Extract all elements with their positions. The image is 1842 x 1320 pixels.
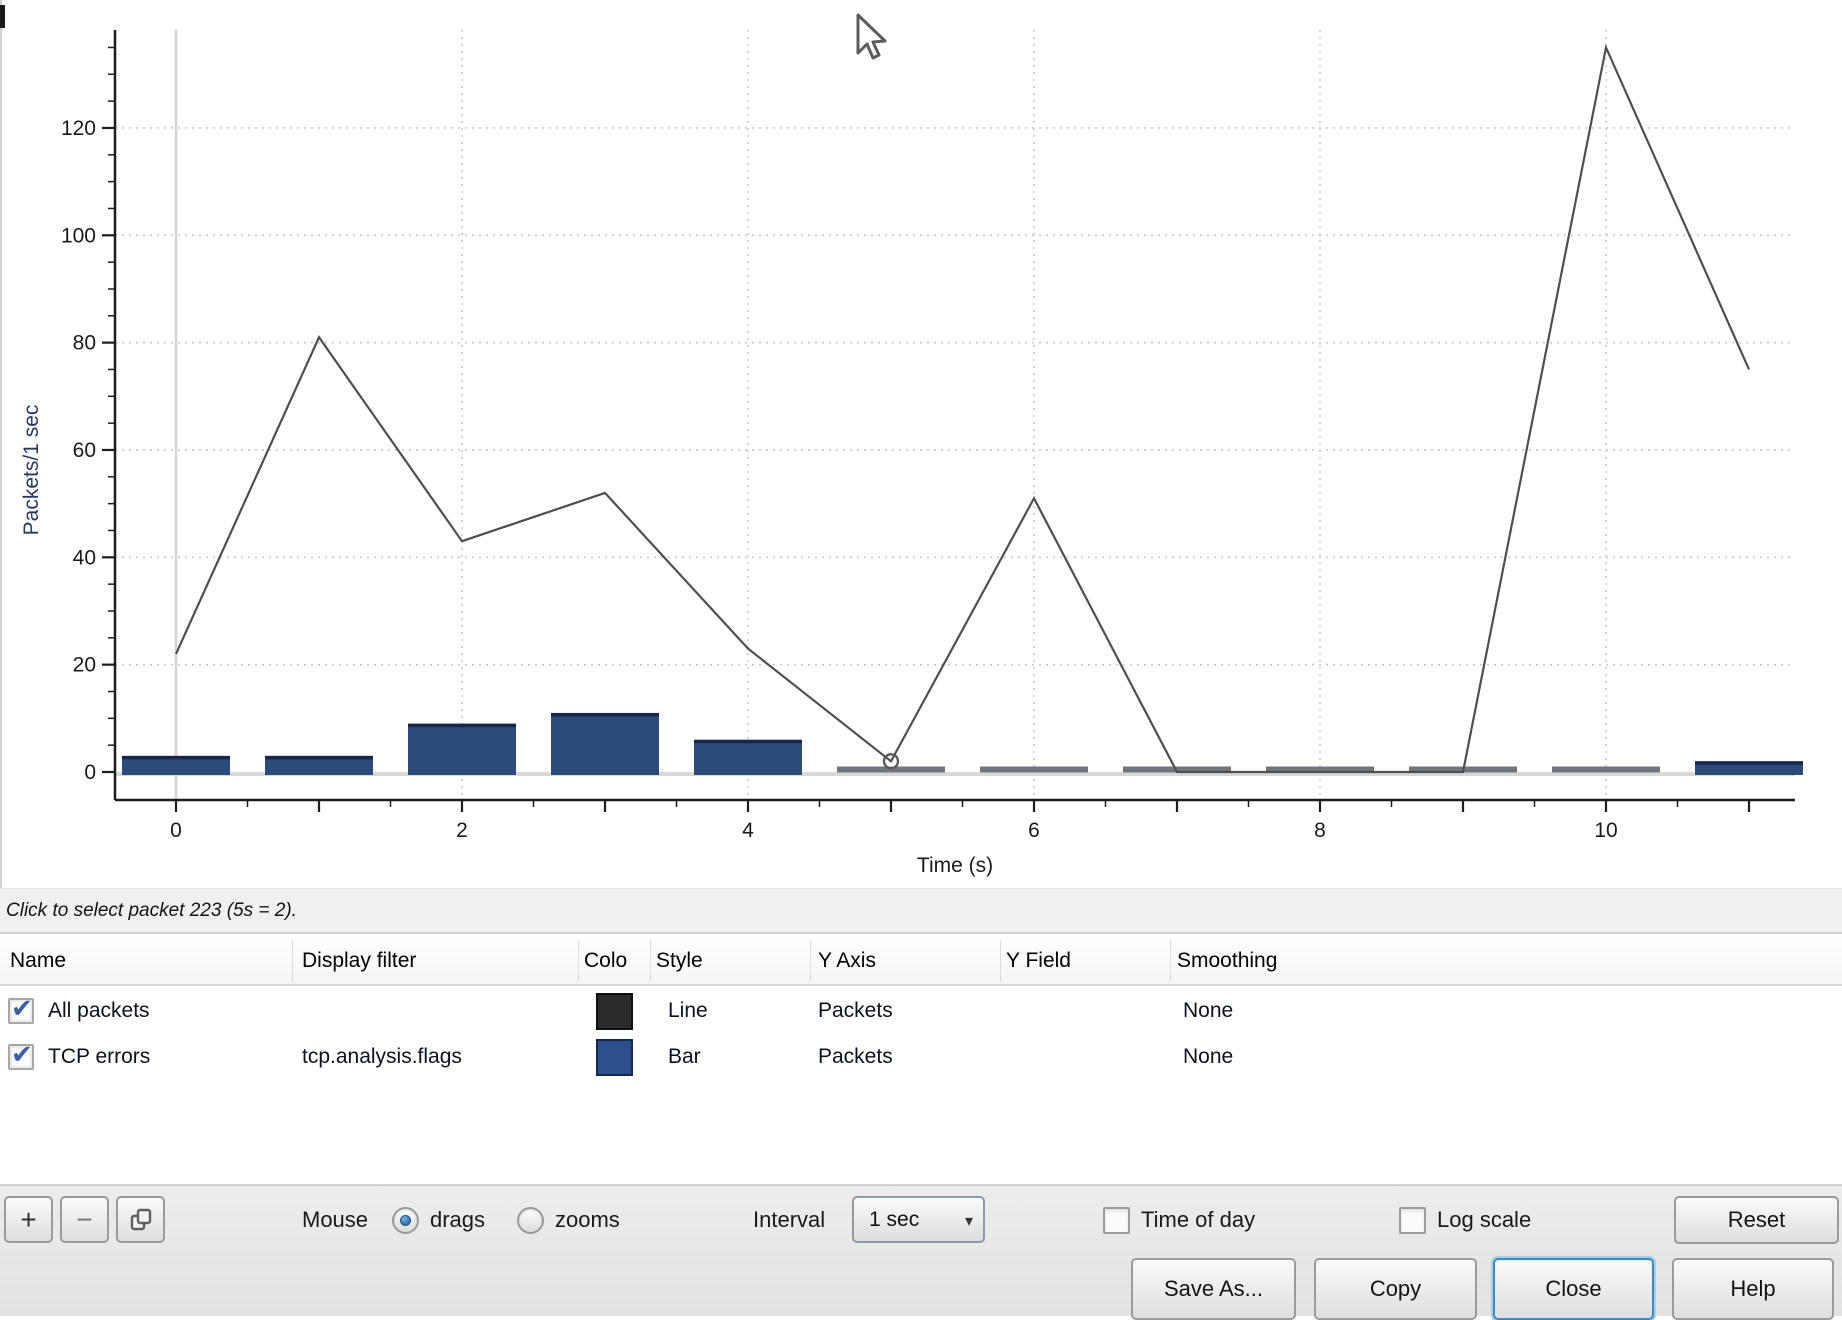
svg-text:6: 6: [1028, 819, 1040, 842]
svg-text:2: 2: [456, 819, 468, 842]
svg-text:100: 100: [61, 224, 96, 247]
reset-button[interactable]: Reset: [1674, 1196, 1839, 1244]
duplicate-icon: [130, 1208, 152, 1232]
remove-graph-button[interactable]: −: [60, 1196, 109, 1243]
svg-text:40: 40: [73, 546, 96, 569]
svg-text:20: 20: [73, 654, 96, 677]
color-swatch-bar[interactable]: [596, 1039, 633, 1076]
svg-text:0: 0: [84, 761, 96, 784]
cell-name: All packets: [48, 988, 150, 1034]
color-swatch-line[interactable]: [596, 993, 633, 1030]
add-graph-button[interactable]: +: [4, 1196, 53, 1243]
cell-yaxis: Packets: [818, 1034, 893, 1080]
col-header-filter[interactable]: Display filter: [302, 936, 574, 986]
io-graph-chart-area: 0 20 40 60 80 100 120 0 2 4 6 8 10 Time (s) Packets/1 …: [0, 0, 1842, 888]
svg-text:10: 10: [1594, 819, 1617, 842]
io-graph-dialog: 0 20 40 60 80 100 120 0 2 4 6 8 10 Time (s) Packets/1 …: [0, 0, 1842, 1316]
checkmark-icon: ✔: [11, 993, 33, 1024]
row-enabled-checkbox[interactable]: ✔: [8, 1044, 34, 1070]
mouse-zooms-radio[interactable]: [517, 1207, 544, 1234]
table-row-all-packets[interactable]: ✔ All packets Line Packets None: [0, 988, 1842, 1034]
svg-text:60: 60: [73, 439, 96, 462]
close-button[interactable]: Close: [1493, 1258, 1654, 1320]
time-of-day-checkbox[interactable]: [1103, 1207, 1130, 1234]
graphs-table: Name Display filter Colo Style Y Axis Y …: [0, 936, 1842, 1185]
mouse-drags-radio[interactable]: [392, 1207, 419, 1234]
mouse-drags-label[interactable]: drags: [430, 1196, 485, 1243]
graphs-table-header: Name Display filter Colo Style Y Axis Y …: [0, 936, 1842, 986]
cell-smoothing: None: [1183, 1034, 1233, 1080]
log-scale-checkbox[interactable]: [1399, 1207, 1426, 1234]
col-header-name[interactable]: Name: [10, 936, 290, 986]
svg-text:0: 0: [170, 819, 182, 842]
io-graph-plot[interactable]: 0 20 40 60 80 100 120 0 2 4 6 8 10 Time (s) Packets/1 …: [0, 0, 1842, 888]
interval-select[interactable]: 1 sec ▾: [852, 1196, 985, 1243]
cell-style: Line: [668, 988, 708, 1034]
interval-label: Interval: [753, 1196, 825, 1243]
cell-style: Bar: [668, 1034, 701, 1080]
svg-text:8: 8: [1314, 819, 1326, 842]
hover-status-text: Click to select packet 223 (5s = 2).: [0, 900, 297, 922]
interval-value: 1 sec: [869, 1198, 919, 1241]
svg-text:120: 120: [61, 117, 96, 140]
cell-name: TCP errors: [48, 1034, 150, 1080]
mouse-label: Mouse: [302, 1196, 368, 1243]
hover-status-bar: Click to select packet 223 (5s = 2).: [0, 888, 1842, 934]
time-of-day-label[interactable]: Time of day: [1141, 1196, 1255, 1243]
svg-text:80: 80: [73, 332, 96, 355]
help-button[interactable]: Help: [1672, 1258, 1834, 1320]
copy-button[interactable]: Copy: [1314, 1258, 1477, 1320]
col-header-color[interactable]: Colo: [584, 936, 646, 986]
col-header-yaxis[interactable]: Y Axis: [818, 936, 994, 986]
duplicate-graph-button[interactable]: [116, 1196, 165, 1243]
svg-text:4: 4: [742, 819, 754, 842]
svg-text:Packets/1 sec: Packets/1 sec: [20, 405, 43, 536]
chevron-down-icon: ▾: [965, 1211, 973, 1231]
mouse-cursor-icon: [852, 13, 896, 65]
window-edge-artifact: [0, 5, 5, 28]
save-as-button[interactable]: Save As...: [1131, 1258, 1296, 1320]
cell-smoothing: None: [1183, 988, 1233, 1034]
table-row-tcp-errors[interactable]: ✔ TCP errors tcp.analysis.flags Bar Pack…: [0, 1034, 1842, 1080]
mouse-zooms-label[interactable]: zooms: [555, 1196, 620, 1243]
col-header-smoothing[interactable]: Smoothing: [1177, 936, 1477, 986]
controls-panel: + − Mouse drags zooms Interval 1 sec ▾ T…: [0, 1185, 1842, 1316]
log-scale-label[interactable]: Log scale: [1437, 1196, 1531, 1243]
col-header-style[interactable]: Style: [656, 936, 804, 986]
window-edge: [0, 0, 2, 888]
col-header-yfield[interactable]: Y Field: [1006, 936, 1166, 986]
checkmark-icon: ✔: [11, 1039, 33, 1070]
svg-text:Time (s): Time (s): [917, 854, 993, 877]
cell-yaxis: Packets: [818, 988, 893, 1034]
row-enabled-checkbox[interactable]: ✔: [8, 998, 34, 1024]
cell-filter: tcp.analysis.flags: [302, 1034, 462, 1080]
